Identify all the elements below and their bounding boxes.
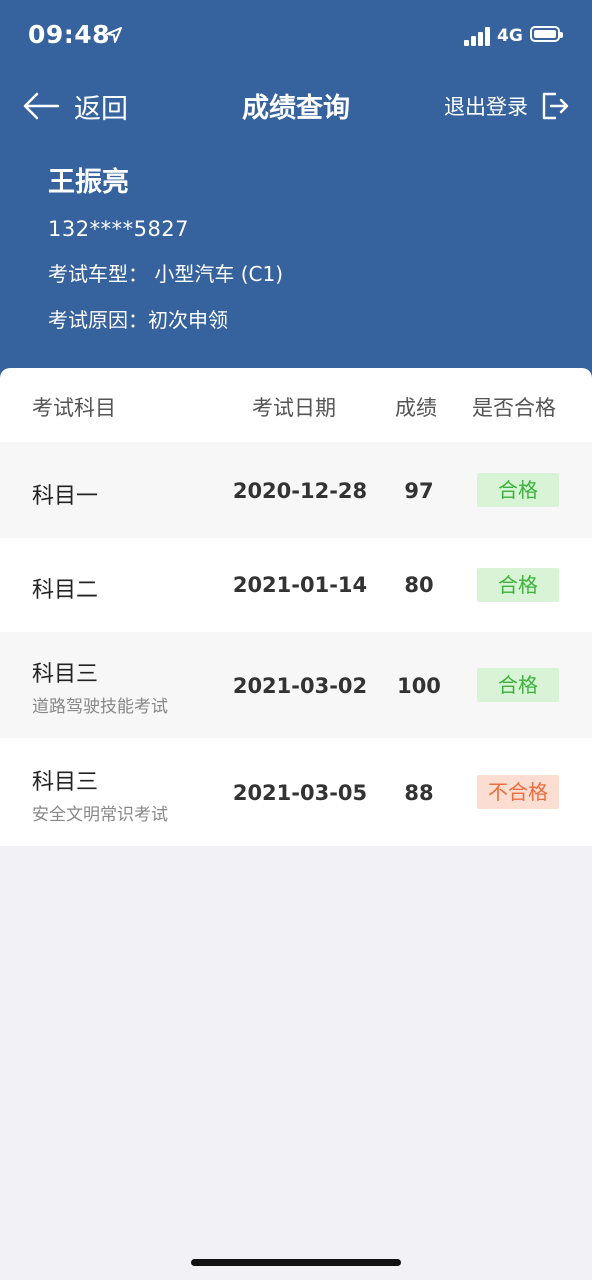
pass-badge: 合格: [477, 568, 559, 602]
profile-section: 王振亮 132****5827 考试车型： 小型汽车 (C1) 考试原因：初次申…: [48, 160, 283, 350]
logout-icon: [542, 92, 569, 120]
header-score: 成绩: [395, 396, 437, 420]
table-header: 考试科目 考试日期 成绩 是否合格: [0, 368, 592, 442]
row-subject-block: 科目三 安全文明常识考试: [32, 764, 168, 825]
row-subject: 科目二: [32, 578, 99, 603]
pass-badge: 合格: [477, 473, 559, 507]
logout-button[interactable]: 退出登录: [444, 88, 570, 124]
table-row[interactable]: 科目三 安全文明常识考试 2021-03-05 88 不合格: [0, 738, 592, 846]
header-date: 考试日期: [252, 396, 336, 420]
vehicle-type: 考试车型： 小型汽车 (C1): [48, 262, 284, 286]
row-subject: 科目一: [32, 484, 99, 509]
header-subject: 考试科目: [32, 396, 116, 420]
battery-icon: [530, 26, 563, 42]
logout-label: 退出登录: [444, 95, 528, 119]
table-row[interactable]: 科目三 道路驾驶技能考试 2021-03-02 100 合格: [0, 632, 592, 738]
header: 09:48 4G 返回 成绩查询 退出登录 王振亮 132****5827 考试…: [0, 0, 592, 400]
row-date: 2020-12-28: [232, 479, 368, 503]
phone-number: 132****5827: [48, 217, 190, 241]
results-card: 考试科目 考试日期 成绩 是否合格 科目一 2020-12-28 97 合格 科…: [0, 368, 592, 846]
fail-badge: 不合格: [477, 775, 559, 809]
exam-reason: 考试原因：初次申领: [48, 308, 228, 332]
row-date: 2021-01-14: [232, 573, 368, 597]
row-subject-detail: 道路驾驶技能考试: [32, 697, 168, 717]
row-subject-detail: 安全文明常识考试: [32, 805, 168, 825]
signal-icon: [464, 26, 492, 46]
location-arrow-icon: [106, 27, 122, 43]
network-type: 4G: [497, 26, 523, 46]
row-date: 2021-03-02: [232, 674, 368, 698]
user-name: 王振亮: [48, 167, 129, 198]
table-row[interactable]: 科目二 2021-01-14 80 合格: [0, 538, 592, 632]
row-subject-block: 科目三 道路驾驶技能考试: [32, 656, 168, 717]
home-indicator[interactable]: [191, 1259, 401, 1266]
status-time: 09:48: [28, 20, 111, 49]
status-bar: 09:48 4G: [0, 0, 592, 72]
row-date: 2021-03-05: [232, 781, 368, 805]
row-subject: 科目三: [32, 770, 99, 795]
pass-badge: 合格: [477, 668, 559, 702]
table-row[interactable]: 科目一 2020-12-28 97 合格: [0, 442, 592, 538]
row-score: 97: [404, 479, 434, 503]
nav-bar: 返回 成绩查询 退出登录: [0, 72, 592, 140]
row-subject: 科目三: [32, 662, 99, 687]
row-score: 100: [397, 674, 441, 698]
row-score: 88: [404, 781, 434, 805]
row-score: 80: [404, 573, 434, 597]
header-passed: 是否合格: [472, 396, 556, 420]
